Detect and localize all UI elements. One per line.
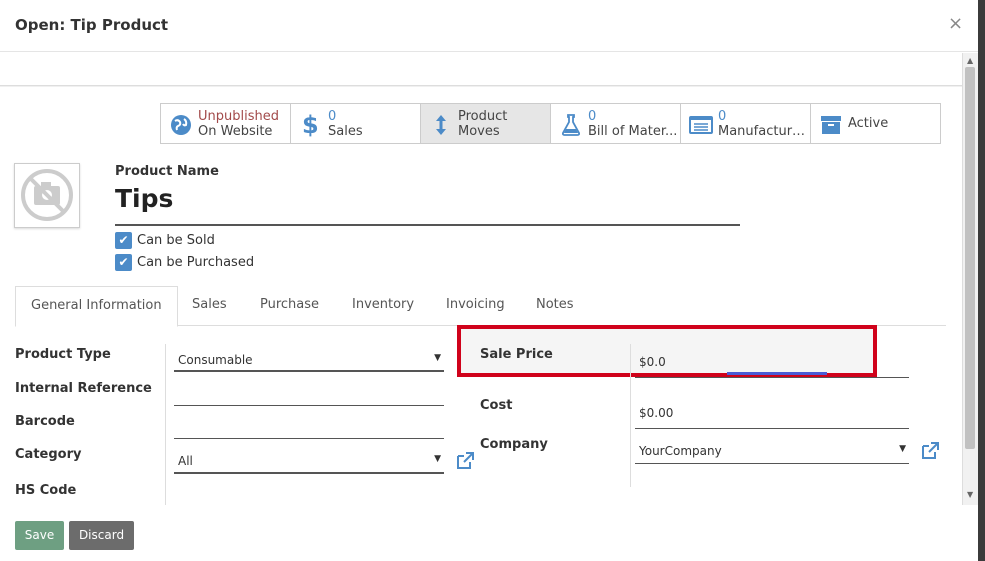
sales-count: 0 [328,109,337,124]
external-link-icon[interactable] [455,451,475,471]
product-moves-line1: Product [458,109,508,124]
backdrop-strip [978,0,985,561]
cost-underline [635,428,909,429]
manufacturing-count: 0 [718,109,727,124]
company-value: YourCompany [639,444,722,458]
tab-purchase[interactable]: Purchase [260,286,319,326]
form-tabs: General Information Sales Purchase Inven… [15,286,946,327]
product-moves-line2: Moves [458,124,500,139]
manufacturing-label: Manufacturi... [718,124,808,139]
list-icon [689,116,713,134]
website-status-button[interactable]: Unpublished On Website [160,103,291,144]
right-group-divider [630,344,631,487]
website-status-line1: Unpublished [198,109,279,124]
manufacturing-button[interactable]: 0 Manufacturi... [680,103,811,144]
modal-footer: Save Discard [0,505,978,561]
bill-of-materials-button[interactable]: 0 Bill of Mater... [550,103,681,144]
globe-icon [171,115,191,135]
company-underline [635,463,909,464]
close-icon[interactable]: × [948,13,963,34]
cost-label: Cost [480,398,513,413]
product-type-label: Product Type [15,347,111,362]
cost-input[interactable]: $0.00 [635,402,909,424]
smart-buttons: Unpublished On Website $ 0 Sales Product… [160,103,947,144]
modal-title: Open: Tip Product [15,16,169,34]
tab-invoicing[interactable]: Invoicing [446,286,505,326]
barcode-input[interactable] [174,416,444,438]
can-be-sold-checkbox[interactable]: ✔ [115,232,132,249]
sale-price-underline [635,377,909,378]
product-type-value: Consumable [178,353,253,367]
tab-general-information[interactable]: General Information [15,286,178,327]
tab-sales[interactable]: Sales [192,286,227,326]
form-topbar [0,53,962,86]
product-name-underline [115,224,740,226]
sale-price-input[interactable]: $0.0 [635,351,909,373]
website-status-line2: On Website [198,124,273,139]
modal-header: Open: Tip Product × [0,0,978,52]
company-label: Company [480,437,548,452]
save-button[interactable]: Save [15,521,64,550]
category-label: Category [15,447,82,462]
category-select[interactable]: All ▼ [174,450,444,472]
bom-label: Bill of Mater... [588,124,678,139]
can-be-purchased-checkbox[interactable]: ✔ [115,254,132,271]
flask-icon [562,114,580,136]
sales-label: Sales [328,124,363,139]
product-name-label: Product Name [115,164,219,179]
up-down-arrows-icon [436,115,446,135]
product-type-select[interactable]: Consumable ▼ [174,349,444,371]
no-image-icon [21,169,73,221]
dropdown-caret-icon: ▼ [434,353,441,363]
can-be-sold-label: Can be Sold [137,233,215,248]
tab-inventory[interactable]: Inventory [352,286,414,326]
company-select[interactable]: YourCompany ▼ [635,440,909,462]
discard-button[interactable]: Discard [69,521,134,550]
product-type-underline [174,370,444,372]
product-name-input[interactable]: Tips [115,184,173,213]
can-be-purchased-label: Can be Purchased [137,255,255,270]
product-moves-button[interactable]: Product Moves [420,103,551,144]
hs-code-label: HS Code [15,483,77,498]
sale-price-label: Sale Price [480,347,553,362]
category-value: All [178,454,193,468]
internal-reference-label: Internal Reference [15,381,152,396]
dollar-icon: $ [302,111,319,139]
archive-box-icon [821,116,841,134]
bom-count: 0 [588,109,597,124]
active-label: Active [848,116,889,131]
sale-price-value: $0.0 [639,355,666,369]
dropdown-caret-icon: ▼ [434,454,441,464]
cost-value: $0.00 [639,406,674,420]
internal-reference-input[interactable] [174,383,444,405]
scroll-up-icon[interactable]: ▲ [967,56,973,65]
active-toggle-button[interactable]: Active [810,103,941,144]
scroll-down-icon[interactable]: ▼ [967,490,973,499]
internal-reference-underline [174,405,444,406]
sales-button[interactable]: $ 0 Sales [290,103,421,144]
category-underline [174,472,444,474]
vertical-scrollbar[interactable]: ▲ ▼ [962,53,978,505]
barcode-underline [174,438,444,439]
barcode-label: Barcode [15,414,75,429]
left-group-divider [165,344,166,505]
dropdown-caret-icon: ▼ [899,444,906,454]
product-image[interactable] [14,163,80,228]
external-link-icon[interactable] [920,441,940,461]
scroll-thumb[interactable] [965,67,975,449]
tab-notes[interactable]: Notes [536,286,574,326]
